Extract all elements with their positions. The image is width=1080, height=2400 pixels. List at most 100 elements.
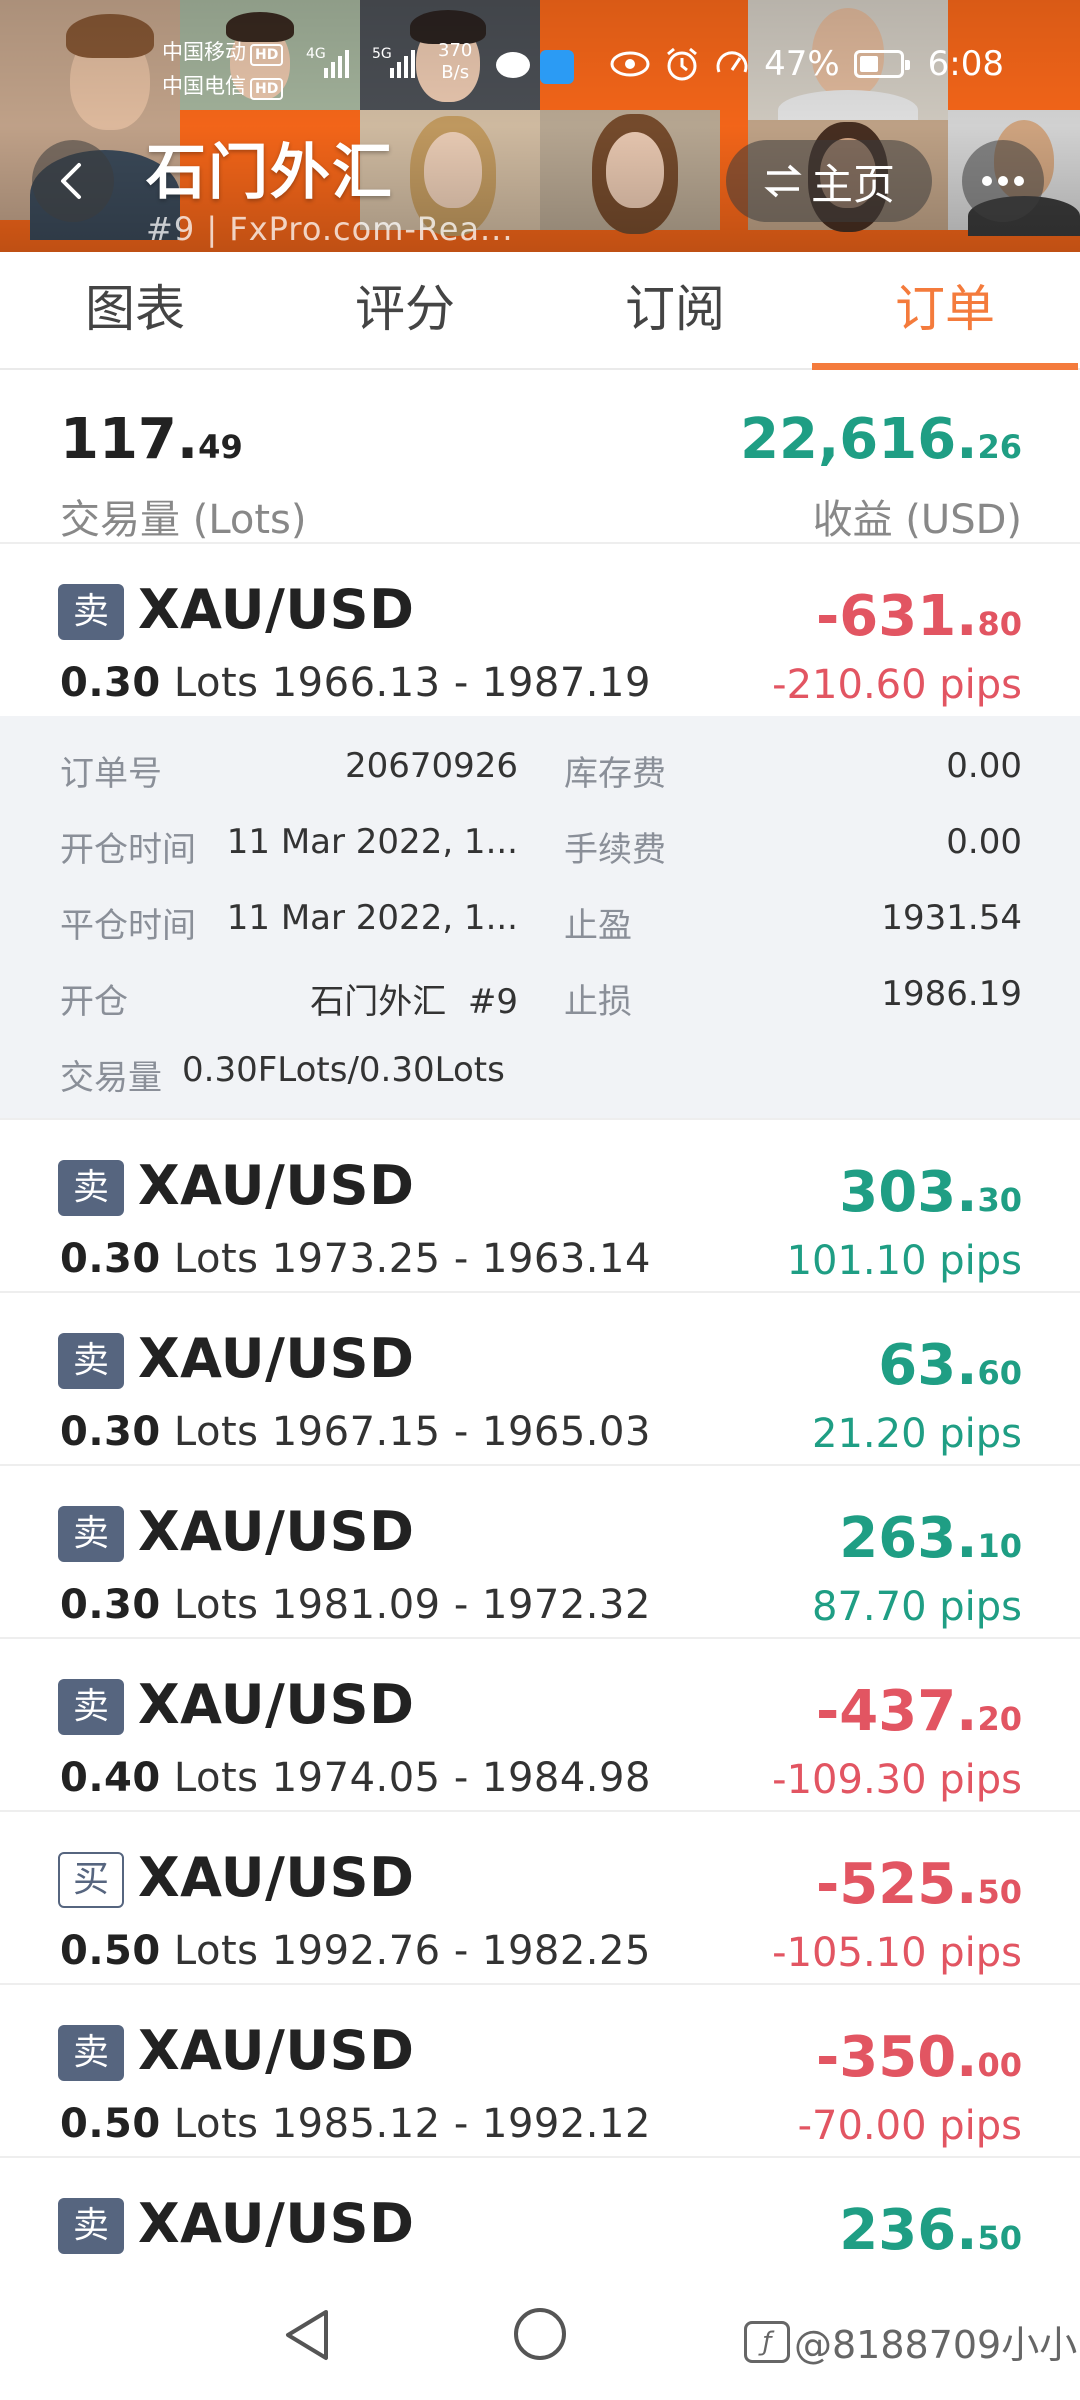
order-row[interactable]: 卖 XAU/USD 0.30 Lots 1967.15 - 1965.03 63… bbox=[0, 1293, 1080, 1466]
profit-summary: 22,616.26 收益 (USD) bbox=[740, 406, 1022, 545]
more-options-button[interactable] bbox=[962, 140, 1044, 222]
order-pips: 87.70 pips bbox=[812, 1584, 1022, 1630]
nav-back-icon[interactable] bbox=[282, 2308, 332, 2362]
more-dot bbox=[982, 176, 992, 186]
commission-value: 0.00 bbox=[946, 822, 1022, 862]
open-label: 开仓 bbox=[60, 982, 128, 1022]
signal-icon-2 bbox=[390, 50, 415, 78]
open-time-label: 开仓时间 bbox=[60, 830, 196, 870]
order-pips: -109.30 pips bbox=[772, 1757, 1022, 1803]
order-pips: 101.10 pips bbox=[786, 1238, 1022, 1284]
swap-value: 0.00 bbox=[946, 746, 1022, 786]
order-row[interactable]: 卖 XAU/USD 0.50 Lots 1985.12 - 1992.12 -3… bbox=[0, 1985, 1080, 2158]
volume-label: 交易量 (Lots) bbox=[60, 497, 307, 543]
detail-row: 订单号 20670926 库存费 0.00 bbox=[0, 746, 1080, 796]
nav-home-icon[interactable] bbox=[514, 2308, 566, 2360]
stop-loss-value: 1986.19 bbox=[881, 974, 1022, 1014]
take-profit-value: 1931.54 bbox=[881, 898, 1022, 938]
chevron-left-icon bbox=[61, 163, 81, 199]
detail-row: 平仓时间 11 Mar 2022, 1... 止盈 1931.54 bbox=[0, 898, 1080, 948]
order-number-label: 订单号 bbox=[60, 754, 162, 794]
order-symbol: XAU/USD bbox=[138, 1327, 415, 1390]
stop-loss-label: 止损 bbox=[564, 982, 632, 1022]
order-lots: 0.30 Lots 1966.13 - 1987.19 bbox=[60, 660, 651, 706]
weibo-icon: ƒ bbox=[744, 2320, 790, 2363]
order-profit: -525.50 bbox=[816, 1852, 1022, 1917]
order-pips: 21.20 pips bbox=[812, 1411, 1022, 1457]
network-type-5g: 5G bbox=[372, 46, 392, 62]
alarm-icon bbox=[667, 47, 698, 81]
profile-header: 中国移动 HD 中国电信 HD 4G 5G 370 B/s 47% 6:08 石门外… bbox=[0, 0, 1080, 252]
summary-panel: 117.49 交易量 (Lots) 22,616.26 收益 (USD) bbox=[0, 372, 1080, 544]
order-symbol: XAU/USD bbox=[138, 2192, 415, 2255]
page-title: 石门外汇 bbox=[146, 138, 394, 208]
close-time-label: 平仓时间 bbox=[60, 906, 196, 946]
order-symbol: XAU/USD bbox=[138, 1154, 415, 1217]
clock: 6:08 bbox=[927, 44, 1004, 84]
side-badge: 卖 bbox=[58, 1160, 124, 1216]
more-dot bbox=[998, 176, 1008, 186]
side-badge: 卖 bbox=[58, 584, 124, 640]
open-time-value: 11 Mar 2022, 1... bbox=[226, 822, 518, 862]
order-row[interactable]: 卖 XAU/USD 0.30 Lots 1973.25 - 1963.14 30… bbox=[0, 1120, 1080, 1293]
tab-subscribe[interactable]: 订阅 bbox=[540, 252, 810, 368]
side-badge: 卖 bbox=[58, 1506, 124, 1562]
side-badge: 买 bbox=[58, 1852, 124, 1908]
account-subtitle: #9 | FxPro.com-Rea... bbox=[146, 210, 514, 248]
volume-summary: 117.49 交易量 (Lots) bbox=[60, 406, 307, 545]
order-lots: 0.30 Lots 1973.25 - 1963.14 bbox=[60, 1236, 651, 1282]
detail-volume-label: 交易量 bbox=[60, 1058, 162, 1098]
tab-chart[interactable]: 图表 bbox=[0, 252, 270, 368]
watermark: ƒ @8188709小小 bbox=[744, 2314, 1077, 2369]
battery-icon bbox=[853, 50, 910, 78]
order-pips: -105.10 pips bbox=[772, 1930, 1022, 1976]
side-badge: 卖 bbox=[58, 1679, 124, 1735]
home-button-label: 主页 bbox=[810, 159, 895, 209]
order-lots: 0.30 Lots 1967.15 - 1965.03 bbox=[60, 1409, 651, 1455]
more-dot bbox=[1014, 176, 1024, 186]
system-nav-bar: ƒ @8188709小小 bbox=[0, 2270, 1080, 2400]
order-row[interactable]: 卖 XAU/USD 0.40 Lots 1974.05 - 1984.98 -4… bbox=[0, 1639, 1080, 1812]
order-list: 卖 XAU/USD 0.30 Lots 1966.13 - 1987.19 -6… bbox=[0, 544, 1080, 2331]
profit-label: 收益 (USD) bbox=[812, 497, 1022, 543]
total-profit: 22,616.26 bbox=[740, 407, 1022, 472]
network-speed: 370 B/s bbox=[438, 40, 473, 83]
order-lots: 0.40 Lots 1974.05 - 1984.98 bbox=[60, 1755, 651, 1801]
status-bar: 中国移动 HD 中国电信 HD 4G 5G 370 B/s 47% 6:08 bbox=[0, 0, 1080, 130]
order-row[interactable]: 卖 XAU/USD 0.30 Lots 1981.09 - 1972.32 26… bbox=[0, 1466, 1080, 1639]
tab-bar: 图表 评分 订阅 订单 bbox=[0, 252, 1080, 370]
tab-orders[interactable]: 订单 bbox=[810, 252, 1080, 370]
signal-icon-1 bbox=[324, 50, 349, 78]
tab-rating[interactable]: 评分 bbox=[270, 252, 540, 368]
order-profit: -437.20 bbox=[816, 1679, 1022, 1744]
detail-volume-value: 0.30FLots/0.30Lots bbox=[182, 1050, 505, 1090]
detail-row: 开仓时间 11 Mar 2022, 1... 手续费 0.00 bbox=[0, 822, 1080, 872]
switch-icon bbox=[764, 164, 802, 198]
order-row[interactable]: 卖 XAU/USD 0.30 Lots 1966.13 - 1987.19 -6… bbox=[0, 544, 1080, 716]
take-profit-label: 止盈 bbox=[564, 906, 632, 946]
commission-label: 手续费 bbox=[564, 830, 666, 870]
order-profit: 236.50 bbox=[839, 2198, 1022, 2263]
order-pips: -210.60 pips bbox=[772, 662, 1022, 708]
order-lots: 0.50 Lots 1992.76 - 1982.25 bbox=[60, 1928, 651, 1974]
eye-icon bbox=[610, 51, 650, 77]
order-row[interactable]: 买 XAU/USD 0.50 Lots 1992.76 - 1982.25 -5… bbox=[0, 1812, 1080, 1985]
order-profit: -350.00 bbox=[816, 2025, 1022, 2090]
order-symbol: XAU/USD bbox=[138, 578, 415, 641]
order-detail-panel: 订单号 20670926 库存费 0.00 开仓时间 11 Mar 2022, … bbox=[0, 716, 1080, 1120]
order-symbol: XAU/USD bbox=[138, 1500, 415, 1563]
order-symbol: XAU/USD bbox=[138, 1846, 415, 1909]
speedometer-icon bbox=[716, 51, 748, 73]
order-lots: 0.50 Lots 1985.12 - 1992.12 bbox=[60, 2101, 651, 2147]
side-badge: 卖 bbox=[58, 2025, 124, 2081]
status-right: 47% 6:08 bbox=[610, 44, 1004, 84]
chat-notification-icon bbox=[496, 52, 530, 78]
battery-percent: 47% bbox=[764, 44, 840, 84]
order-number-value: 20670926 bbox=[344, 746, 518, 786]
order-profit: 263.10 bbox=[839, 1506, 1022, 1571]
carrier-2: 中国电信 HD bbox=[162, 70, 284, 100]
close-time-value: 11 Mar 2022, 1... bbox=[226, 898, 518, 938]
side-badge: 卖 bbox=[58, 2198, 124, 2254]
back-button[interactable] bbox=[32, 140, 114, 222]
home-button[interactable]: 主页 bbox=[726, 140, 932, 222]
